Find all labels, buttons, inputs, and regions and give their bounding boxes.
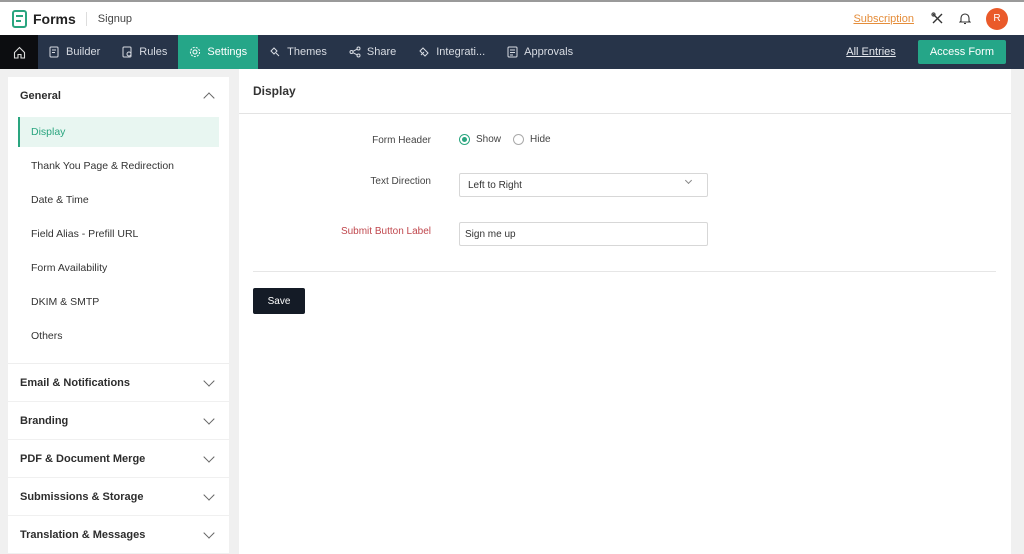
- chevron-down-icon: [203, 374, 215, 387]
- sidebar-item-form-availability[interactable]: Form Availability: [8, 251, 229, 285]
- form-header-row: Form Header Show Hide: [239, 134, 1011, 146]
- chevron-down-icon: [203, 450, 215, 463]
- radio-unchecked-icon: [513, 134, 525, 145]
- submit-button-label-label: Submit Button Label: [340, 226, 431, 237]
- top-bar: Forms Signup Subscription R: [0, 0, 1024, 35]
- form-name: Signup: [97, 12, 133, 25]
- bell-icon[interactable]: [958, 12, 972, 26]
- home-button[interactable]: [0, 35, 38, 69]
- group-label: Email & Notifications: [20, 376, 131, 389]
- sidebar-group-email-notifications[interactable]: Email & Notifications: [8, 364, 229, 402]
- nav-label: Approvals: [524, 46, 574, 58]
- chevron-down-icon: [203, 526, 215, 539]
- all-entries-link[interactable]: All Entries: [846, 46, 896, 58]
- submit-button-label-input[interactable]: [459, 222, 708, 246]
- form-header-radio-group: Show Hide: [459, 134, 563, 145]
- chevron-down-icon: [203, 412, 215, 425]
- page-title: Display: [239, 69, 1011, 114]
- gear-icon: [190, 46, 201, 58]
- form-header-label: Form Header: [372, 135, 431, 146]
- settings-sidebar: General Display Thank You Page & Redirec…: [8, 77, 229, 554]
- nav-label: Share: [366, 46, 397, 58]
- nav-label: Rules: [139, 46, 168, 58]
- approvals-icon: [507, 46, 518, 58]
- nav-tab-settings[interactable]: Settings: [178, 35, 259, 69]
- text-direction-select[interactable]: Left to Right: [459, 173, 708, 197]
- top-right-actions: Subscription R: [853, 7, 1008, 30]
- nav-tab-integrations[interactable]: Integrati...: [407, 35, 496, 69]
- radio-label: Hide: [530, 134, 551, 145]
- radio-show[interactable]: Show: [459, 134, 501, 145]
- save-button[interactable]: Save: [253, 288, 305, 314]
- sidebar-group-header-general[interactable]: General: [8, 77, 229, 115]
- access-form-button[interactable]: Access Form: [917, 40, 1006, 64]
- nav-tab-builder[interactable]: Builder: [38, 35, 111, 69]
- nav-label: Builder: [66, 46, 101, 58]
- sidebar-item-others[interactable]: Others: [8, 319, 229, 353]
- sidebar-item-display[interactable]: Display: [18, 117, 219, 147]
- radio-label: Show: [476, 134, 502, 145]
- user-avatar[interactable]: R: [986, 7, 1008, 30]
- main-nav: Builder Rules Settings Themes Share Inte…: [0, 35, 1024, 69]
- chevron-up-icon: [203, 92, 215, 104]
- builder-icon: [49, 46, 59, 58]
- nav-right-actions: All Entries Access Form: [846, 40, 1024, 64]
- nav-tab-rules[interactable]: Rules: [111, 35, 178, 69]
- title-divider: [85, 11, 87, 26]
- sidebar-group-translation-messages[interactable]: Translation & Messages: [8, 516, 229, 554]
- share-icon: [349, 46, 361, 58]
- sidebar-collapsed-groups: Email & Notifications Branding PDF & Doc…: [8, 364, 229, 554]
- nav-tab-themes[interactable]: Themes: [258, 35, 338, 69]
- nav-tab-approvals[interactable]: Approvals: [496, 35, 584, 69]
- sidebar-item-dkim-smtp[interactable]: DKIM & SMTP: [8, 285, 229, 319]
- chevron-down-icon: [684, 176, 693, 185]
- sidebar-item-thank-you-page[interactable]: Thank You Page & Redirection: [8, 149, 229, 183]
- forms-logo-icon: [12, 9, 27, 28]
- text-direction-row: Text Direction Left to Right: [239, 173, 1011, 197]
- group-label: General: [20, 90, 61, 102]
- home-icon: [13, 46, 25, 59]
- radio-checked-icon: [459, 134, 470, 145]
- integrations-icon: [419, 47, 429, 57]
- sidebar-group-branding[interactable]: Branding: [8, 402, 229, 440]
- radio-hide[interactable]: Hide: [513, 134, 551, 145]
- themes-icon: [270, 47, 280, 57]
- sidebar-item-date-time[interactable]: Date & Time: [8, 183, 229, 217]
- tools-icon[interactable]: [930, 12, 944, 26]
- subscription-link[interactable]: Subscription: [853, 13, 914, 25]
- rules-icon: [122, 46, 132, 58]
- nav-label: Settings: [207, 46, 248, 58]
- sidebar-group-submissions-storage[interactable]: Submissions & Storage: [8, 478, 229, 516]
- group-label: Branding: [20, 414, 69, 427]
- form-divider: [253, 271, 996, 272]
- nav-label: Themes: [287, 46, 327, 58]
- nav-tab-share[interactable]: Share: [338, 35, 407, 69]
- app-title: Forms: [33, 10, 76, 27]
- select-value: Left to Right: [468, 179, 522, 191]
- sidebar-item-field-alias[interactable]: Field Alias - Prefill URL: [8, 217, 229, 251]
- sidebar-group-pdf-document-merge[interactable]: PDF & Document Merge: [8, 440, 229, 478]
- nav-label: Integrati...: [436, 46, 486, 58]
- submit-label-row: Submit Button Label: [239, 222, 1011, 246]
- text-direction-label: Text Direction: [370, 176, 431, 187]
- chevron-down-icon: [203, 488, 215, 501]
- sidebar-group-general: General Display Thank You Page & Redirec…: [8, 77, 229, 364]
- group-label: Translation & Messages: [20, 528, 146, 541]
- group-label: PDF & Document Merge: [20, 452, 146, 465]
- group-label: Submissions & Storage: [20, 490, 144, 503]
- display-settings-panel: Display Form Header Show Hide Text Direc…: [239, 69, 1011, 554]
